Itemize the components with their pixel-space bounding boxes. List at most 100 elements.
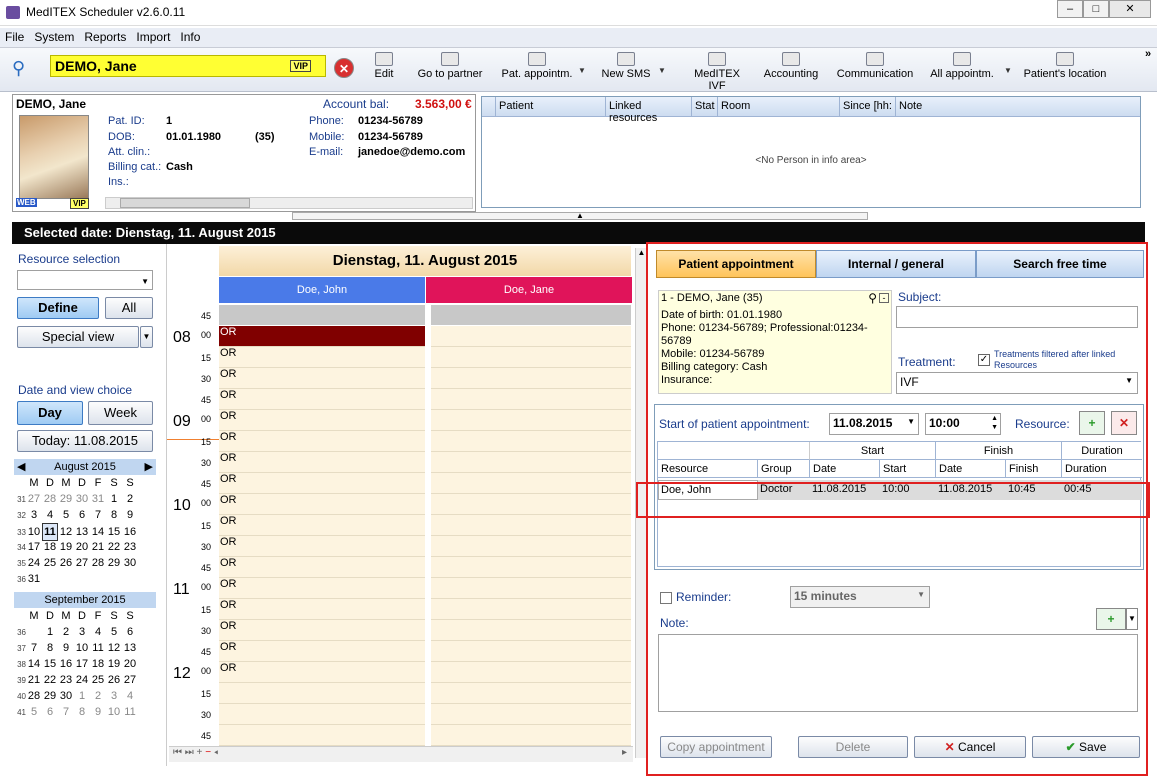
resource-select[interactable]: ▼ bbox=[17, 270, 153, 290]
time-slot[interactable]: OR bbox=[219, 599, 425, 620]
time-slot[interactable] bbox=[219, 683, 425, 704]
special-view-dropdown-icon[interactable]: ▼ bbox=[140, 326, 153, 348]
calendar-day[interactable]: 4 bbox=[122, 688, 138, 704]
menu-info[interactable]: Info bbox=[175, 28, 205, 46]
calendar-day[interactable]: 23 bbox=[122, 539, 138, 555]
calendar-day[interactable]: 7 bbox=[26, 640, 42, 656]
calendar-day[interactable]: 28 bbox=[26, 688, 42, 704]
time-slot[interactable] bbox=[431, 473, 631, 494]
reminder-select[interactable]: 15 minutes ▼ bbox=[790, 586, 930, 608]
note-template-dropdown-icon[interactable]: ▼ bbox=[1126, 608, 1138, 630]
calendar-day[interactable]: 9 bbox=[90, 704, 106, 720]
time-slot[interactable] bbox=[219, 725, 425, 746]
calendar-day[interactable]: 27 bbox=[26, 491, 42, 507]
time-slot[interactable]: OR bbox=[219, 368, 425, 389]
calendar-day[interactable]: 3 bbox=[74, 624, 90, 640]
calendar-day[interactable]: 1 bbox=[74, 688, 90, 704]
appointment-block[interactable]: OR bbox=[219, 326, 425, 347]
tab-search-free-time[interactable]: Search free time bbox=[976, 250, 1144, 278]
menu-file[interactable]: File bbox=[0, 28, 29, 46]
time-slot[interactable] bbox=[431, 662, 631, 683]
calendar-day[interactable]: 29 bbox=[42, 688, 58, 704]
calendar-day[interactable]: 11 bbox=[90, 640, 106, 656]
calendar-day[interactable]: 6 bbox=[42, 704, 58, 720]
calendar-day[interactable]: 30 bbox=[122, 555, 138, 571]
week-view-button[interactable]: Week bbox=[88, 401, 153, 425]
patient-search-icon[interactable]: ⚲ bbox=[12, 58, 25, 79]
time-slot[interactable] bbox=[431, 578, 631, 599]
all-appointm-button[interactable]: All appointm. bbox=[928, 50, 996, 90]
calendar-day[interactable]: 15 bbox=[106, 524, 122, 540]
scroll-right-icon[interactable]: ▸ bbox=[622, 747, 627, 758]
calendar-day[interactable]: 26 bbox=[58, 555, 74, 571]
calendar-day[interactable]: 25 bbox=[42, 555, 58, 571]
calendar-day[interactable]: 21 bbox=[90, 539, 106, 555]
resource-column-doe-john[interactable]: Doe, John bbox=[219, 277, 425, 303]
calendar-day[interactable]: 30 bbox=[58, 688, 74, 704]
calendar-day[interactable]: 12 bbox=[58, 524, 74, 540]
patients-location-button[interactable]: Patient's location bbox=[1022, 50, 1108, 90]
time-spinner-icon[interactable]: ▲ ▼ bbox=[991, 414, 998, 432]
calendar-day[interactable]: 19 bbox=[106, 656, 122, 672]
new-sms-button[interactable]: New SMS bbox=[598, 50, 654, 90]
info-horizontal-scrollbar[interactable] bbox=[105, 197, 473, 209]
calendar-day[interactable]: 17 bbox=[26, 539, 42, 555]
calendar-day[interactable]: 7 bbox=[90, 507, 106, 523]
all-button[interactable]: All bbox=[105, 297, 153, 319]
calendar-day[interactable]: 3 bbox=[106, 688, 122, 704]
col-resource[interactable]: Resource bbox=[658, 460, 758, 478]
calendar-day[interactable]: 23 bbox=[58, 672, 74, 688]
calendar-day[interactable]: 8 bbox=[42, 640, 58, 656]
col-linked-resources[interactable]: Linked resources bbox=[606, 97, 692, 124]
time-slot[interactable] bbox=[431, 704, 631, 725]
tab-internal-general[interactable]: Internal / general bbox=[816, 250, 976, 278]
time-slot[interactable]: OR bbox=[219, 641, 425, 662]
calendar-day[interactable]: 10 bbox=[26, 524, 42, 540]
calendar-day[interactable]: 3 bbox=[26, 507, 42, 523]
save-button[interactable]: ✔ Save bbox=[1032, 736, 1140, 758]
calendar-day[interactable]: 1 bbox=[106, 491, 122, 507]
start-time-input[interactable]: 10:00 ▲ ▼ bbox=[925, 413, 1001, 435]
time-slot[interactable]: OR bbox=[219, 410, 425, 431]
col-start-date[interactable]: Date bbox=[810, 460, 880, 478]
maximize-button[interactable]: □ bbox=[1083, 0, 1109, 18]
special-view-button[interactable]: Special view bbox=[17, 326, 139, 348]
calendar-day[interactable]: 11 bbox=[122, 704, 138, 720]
remove-icon[interactable]: − bbox=[205, 747, 211, 758]
calendar-day[interactable]: 2 bbox=[90, 688, 106, 704]
add-note-template-icon[interactable]: + bbox=[1096, 608, 1126, 630]
reminder-checkbox[interactable] bbox=[660, 592, 672, 604]
pat-appointm-button[interactable]: Pat. appointm. bbox=[500, 50, 574, 90]
new-sms-dropdown-icon[interactable]: ▼ bbox=[658, 66, 666, 75]
calendar-day[interactable]: 1 bbox=[42, 624, 58, 640]
magnifier-icon[interactable]: ⚲ bbox=[868, 291, 877, 305]
calendar-day[interactable]: 27 bbox=[122, 672, 138, 688]
calendar-day[interactable]: 28 bbox=[90, 555, 106, 571]
calendar-day[interactable]: 9 bbox=[122, 507, 138, 523]
pat-appointm-dropdown-icon[interactable]: ▼ bbox=[578, 66, 586, 75]
subject-input[interactable] bbox=[896, 306, 1138, 328]
calendar-day[interactable]: 19 bbox=[58, 539, 74, 555]
calendar-day[interactable]: 4 bbox=[90, 624, 106, 640]
time-slot[interactable] bbox=[431, 389, 631, 410]
time-slot[interactable] bbox=[431, 326, 631, 347]
calendar-day[interactable]: 10 bbox=[106, 704, 122, 720]
time-slot[interactable] bbox=[431, 494, 631, 515]
delete-button[interactable]: Delete bbox=[798, 736, 908, 758]
treatment-select[interactable]: IVF ▼ bbox=[896, 372, 1138, 394]
time-slot[interactable] bbox=[431, 620, 631, 641]
time-slot[interactable] bbox=[431, 347, 631, 368]
add-resource-icon[interactable]: + bbox=[1079, 411, 1105, 435]
calendar-day[interactable]: 31 bbox=[26, 571, 42, 587]
calendar-day[interactable]: 6 bbox=[74, 507, 90, 523]
calendar-day[interactable]: 20 bbox=[74, 539, 90, 555]
all-appointm-dropdown-icon[interactable]: ▼ bbox=[1004, 66, 1012, 75]
calendar-day[interactable]: 2 bbox=[122, 491, 138, 507]
time-slot[interactable] bbox=[431, 410, 631, 431]
splitter-handle[interactable]: ▲ bbox=[292, 212, 868, 220]
calendar-day[interactable]: 16 bbox=[122, 524, 138, 540]
time-slot[interactable]: OR bbox=[219, 389, 425, 410]
col-patient[interactable]: Patient bbox=[496, 97, 606, 117]
time-slot[interactable] bbox=[431, 515, 631, 536]
remove-resource-icon[interactable]: ✕ bbox=[1111, 411, 1137, 435]
